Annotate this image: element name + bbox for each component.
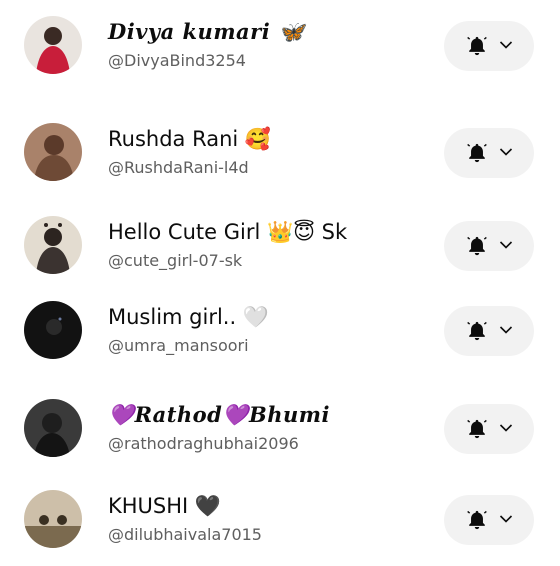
channel-row[interactable]: KHUSHI 🖤 @dilubhaivala7015 [0, 474, 560, 566]
notification-button[interactable] [444, 306, 534, 356]
channel-row[interactable]: 💜𝑹𝒂𝒕𝒉𝒐𝒅💜𝑩𝒉𝒖𝒎𝒊 @rathodraghubhai2096 [0, 383, 560, 475]
channel-row[interactable]: Muslim girl.. 🤍 @umra_mansoori [0, 285, 560, 377]
chevron-down-icon [499, 515, 513, 523]
bell-icon [467, 143, 487, 163]
channel-name[interactable]: Muslim girl.. 🤍 [108, 303, 269, 331]
chevron-down-icon [499, 424, 513, 432]
bell-icon [467, 321, 487, 341]
chevron-down-icon [499, 41, 513, 49]
channel-row[interactable]: Hello Cute Girl 👑😇 Sk @cute_girl-07-sk [0, 200, 560, 292]
bell-icon [467, 419, 487, 439]
avatar[interactable] [24, 16, 82, 74]
channel-name[interactable]: Hello Cute Girl 👑😇 Sk [108, 218, 347, 246]
channel-name[interactable]: KHUSHI 🖤 [108, 492, 221, 520]
avatar[interactable] [24, 123, 82, 181]
notification-button[interactable] [444, 128, 534, 178]
bell-icon [467, 36, 487, 56]
chevron-down-icon [499, 326, 513, 334]
avatar[interactable] [24, 216, 82, 274]
avatar[interactable] [24, 490, 82, 548]
channel-handle: @DivyaBind3254 [108, 51, 246, 70]
notification-button[interactable] [444, 495, 534, 545]
channel-handle: @cute_girl-07-sk [108, 251, 243, 270]
avatar[interactable] [24, 301, 82, 359]
channel-row[interactable]: Rushda Rani 🥰 @RushdaRani-l4d [0, 107, 560, 199]
avatar[interactable] [24, 399, 82, 457]
channel-handle: @dilubhaivala7015 [108, 525, 262, 544]
channel-handle: @umra_mansoori [108, 336, 249, 355]
bell-icon [467, 510, 487, 530]
subscriptions-list: 𝑫𝒊𝒗𝒚𝒂 𝒌𝒖𝒎𝒂𝒓𝒊 🦋 @DivyaBind3254 Rushda Ran… [0, 0, 560, 560]
channel-name[interactable]: Rushda Rani 🥰 [108, 125, 271, 153]
chevron-down-icon [499, 241, 513, 249]
channel-handle: @RushdaRani-l4d [108, 158, 249, 177]
notification-button[interactable] [444, 404, 534, 454]
channel-row[interactable]: 𝑫𝒊𝒗𝒚𝒂 𝒌𝒖𝒎𝒂𝒓𝒊 🦋 @DivyaBind3254 [0, 0, 560, 92]
channel-name[interactable]: 💜𝑹𝒂𝒕𝒉𝒐𝒅💜𝑩𝒉𝒖𝒎𝒊 [108, 401, 330, 429]
chevron-down-icon [499, 148, 513, 156]
bell-icon [467, 236, 487, 256]
channel-name[interactable]: 𝑫𝒊𝒗𝒚𝒂 𝒌𝒖𝒎𝒂𝒓𝒊 🦋 [108, 18, 305, 46]
notification-button[interactable] [444, 221, 534, 271]
notification-button[interactable] [444, 21, 534, 71]
channel-handle: @rathodraghubhai2096 [108, 434, 299, 453]
